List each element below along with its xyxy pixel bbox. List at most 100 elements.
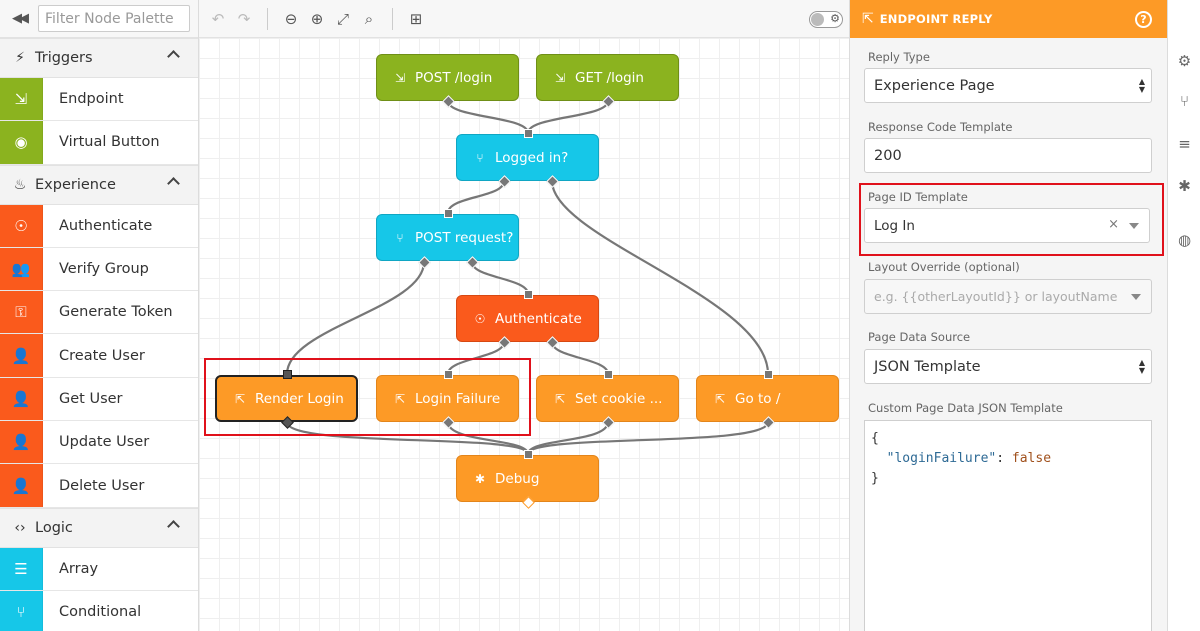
page-id-select[interactable]: Log In × (864, 208, 1150, 243)
palette-item-label: Get User (59, 390, 123, 407)
select-value: Experience Page (874, 77, 995, 94)
json-key: "loginFailure" (886, 451, 997, 466)
node-get-login[interactable]: ⇲ GET /login (536, 54, 679, 101)
input-port[interactable] (604, 370, 613, 379)
category-logic[interactable]: ‹› Logic (0, 507, 198, 548)
node-post-request[interactable]: ⑂ POST request? (376, 214, 519, 261)
palette-item-update-user[interactable]: 👤 Update User (0, 421, 198, 465)
endpoint-icon: ⇲ (0, 78, 43, 121)
node-label: GET /login (575, 69, 644, 86)
layout-override-label: Layout Override (optional) (868, 260, 1020, 274)
settings-toggle[interactable]: ⚙ (809, 11, 843, 28)
node-properties-panel: ⇱ ENDPOINT REPLY ? Reply Type Experience… (849, 0, 1167, 631)
palette-item-label: Array (59, 560, 99, 577)
palette-item-delete-user[interactable]: 👤 Delete User (0, 464, 198, 508)
reply-type-select[interactable]: Experience Page ▲ ▼ (864, 68, 1152, 103)
node-logged-in[interactable]: ⑂ Logged in? (456, 134, 599, 181)
input-port[interactable] (444, 209, 453, 218)
canvas-toolbar: ↶ ↷ ⊖ ⊕ ⤢ ⌕ ⊞ ⚙ (199, 0, 849, 38)
node-set-cookie[interactable]: ⇱ Set cookie ... (536, 375, 679, 422)
add-comment-icon[interactable]: ⊞ (403, 4, 429, 34)
caret-down-icon[interactable] (1131, 294, 1141, 300)
select-arrows-icon: ▲ ▼ (1138, 77, 1145, 94)
palette-item-conditional[interactable]: ⑂ Conditional (0, 590, 198, 631)
gear-icon[interactable]: ⚙ (1176, 52, 1193, 70)
category-experience[interactable]: ♨ Experience (0, 164, 198, 205)
node-post-login[interactable]: ⇲ POST /login (376, 54, 519, 101)
select-value: JSON Template (874, 358, 981, 375)
wire (470, 261, 530, 295)
bolt-icon: ⚡ (15, 50, 25, 66)
zoom-out-icon[interactable]: ⊖ (278, 4, 304, 34)
fingerprint-icon: ☉ (0, 204, 43, 247)
input-port[interactable] (524, 450, 533, 459)
branch-icon: ⑂ (0, 590, 43, 631)
palette-item-endpoint[interactable]: ⇲ Endpoint (0, 78, 198, 122)
bug-icon[interactable]: ✱ (1176, 177, 1193, 195)
version-branch-icon[interactable]: ⑂ (1176, 92, 1193, 110)
select-arrows-icon: ▲ ▼ (1138, 358, 1145, 375)
side-icon-rail: ⚙ ⑂ ≡ ✱ ◍ (1167, 0, 1200, 631)
custom-json-editor[interactable]: { "loginFailure": false } (864, 420, 1152, 631)
node-authenticate[interactable]: ☉ Authenticate (456, 295, 599, 342)
json-value: false (1011, 451, 1052, 466)
key-icon: ⚿ (0, 291, 43, 334)
palette-item-create-user[interactable]: 👤 Create User (0, 334, 198, 378)
response-code-input[interactable]: 200 (864, 138, 1152, 173)
toggle-knob (811, 13, 824, 26)
palette-item-label: Verify Group (59, 261, 149, 278)
fit-screen-icon[interactable]: ⤢ (330, 4, 356, 34)
zoom-in-icon[interactable]: ⊕ (304, 4, 330, 34)
code-icon: ‹› (14, 519, 26, 536)
code-line: } (871, 471, 879, 486)
globe-icon[interactable]: ◍ (1176, 231, 1193, 249)
panel-title: ENDPOINT REPLY (879, 12, 993, 26)
wire (526, 421, 770, 455)
palette-search-row: ◀◀ (0, 0, 198, 38)
chevron-up-icon (167, 50, 180, 63)
palette-item-array[interactable]: ☰ Array (0, 547, 198, 591)
input-port[interactable] (524, 290, 533, 299)
workflow-canvas[interactable]: ⇲ POST /login ⇲ GET /login ⑂ Logged in? … (199, 38, 849, 631)
page-data-source-select[interactable]: JSON Template ▲ ▼ (864, 349, 1152, 384)
palette-item-virtual-button[interactable]: ◉ Virtual Button (0, 121, 198, 165)
chevron-up-icon (167, 176, 180, 190)
category-label: Experience (35, 176, 116, 193)
wire (550, 341, 610, 375)
node-label: Logged in? (495, 149, 569, 166)
wire (550, 180, 770, 375)
json-colon: : (996, 451, 1012, 466)
database-icon[interactable]: ≡ (1176, 135, 1193, 153)
code-line: { (871, 431, 879, 446)
palette-search-input[interactable] (38, 5, 190, 32)
user-delete-icon: 👤 (0, 464, 43, 507)
branch-icon: ⑂ (396, 230, 404, 245)
help-icon[interactable]: ? (1135, 11, 1152, 28)
node-label: Debug (495, 470, 540, 487)
response-code-label: Response Code Template (868, 120, 1013, 134)
redo-icon[interactable]: ↷ (231, 4, 257, 34)
layout-override-select[interactable]: e.g. {{otherLayoutId}} or layoutName (864, 279, 1152, 314)
palette-item-label: Generate Token (59, 304, 173, 321)
user-plus-icon: 👤 (0, 334, 43, 377)
reply-type-label: Reply Type (868, 50, 930, 64)
category-triggers[interactable]: ⚡ Triggers (0, 38, 198, 78)
panel-header: ⇱ ENDPOINT REPLY ? (850, 0, 1167, 38)
undo-icon[interactable]: ↶ (205, 4, 231, 34)
toolbar-divider (392, 7, 393, 30)
fingerprint-icon: ☉ (474, 311, 486, 326)
collapse-palette-icon[interactable]: ◀◀ (0, 0, 38, 38)
caret-down-icon[interactable] (1129, 223, 1139, 229)
node-go-to[interactable]: ⇱ Go to / (696, 375, 839, 422)
search-icon[interactable]: ⌕ (356, 4, 382, 34)
palette-item-get-user[interactable]: 👤 Get User (0, 377, 198, 422)
palette-item-generate-token[interactable]: ⚿ Generate Token (0, 291, 198, 335)
palette-item-authenticate[interactable]: ☉ Authenticate (0, 204, 198, 248)
select-placeholder: e.g. {{otherLayoutId}} or layoutName (874, 289, 1118, 304)
input-port[interactable] (764, 370, 773, 379)
clear-icon[interactable]: × (1108, 217, 1119, 232)
palette-item-verify-group[interactable]: 👥 Verify Group (0, 247, 198, 292)
target-icon: ◉ (0, 121, 43, 164)
node-debug[interactable]: ✱ Debug (456, 455, 599, 502)
input-port[interactable] (524, 129, 533, 138)
